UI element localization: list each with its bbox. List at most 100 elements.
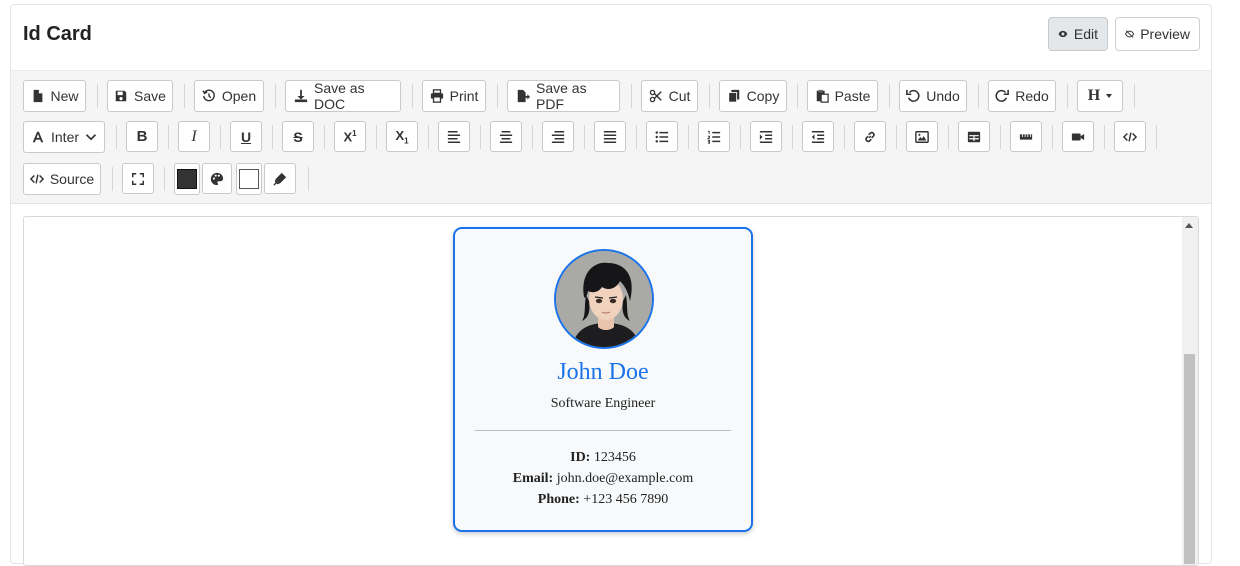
avatar-image — [556, 251, 652, 347]
insert-video-button[interactable] — [1062, 121, 1094, 152]
save-as-pdf-button[interactable]: Save as PDF — [507, 80, 620, 112]
card-phone-line: Phone: +123 456 7890 — [455, 492, 751, 508]
align-center-button[interactable] — [490, 121, 522, 152]
new-button[interactable]: New — [23, 80, 86, 112]
print-button[interactable]: Print — [422, 80, 486, 112]
toolbar-separator — [1052, 125, 1053, 149]
font-family-dropdown[interactable]: Inter — [23, 121, 105, 153]
editor-content-area[interactable]: John Doe Software Engineer ID: 123456 Em… — [23, 216, 1199, 566]
color-palette-button[interactable] — [202, 163, 232, 194]
preview-button[interactable]: Preview — [1115, 17, 1200, 51]
edit-label: Edit — [1073, 26, 1098, 42]
outdent-button[interactable] — [802, 121, 834, 152]
floppy-icon — [115, 90, 127, 102]
italic-icon: I — [191, 127, 197, 145]
align-left-icon — [447, 130, 461, 143]
undo-icon — [906, 89, 920, 102]
toolbar-separator — [308, 167, 309, 191]
align-justify-button[interactable] — [594, 121, 626, 152]
save-as-doc-label: Save as DOC — [314, 80, 365, 112]
card-name: John Doe — [557, 359, 649, 385]
avatar — [554, 249, 654, 349]
paste-icon — [816, 89, 829, 103]
text-color-swatch — [177, 169, 197, 189]
fullscreen-button[interactable] — [122, 163, 154, 194]
link-icon — [865, 131, 875, 142]
numbered-list-button[interactable] — [698, 121, 730, 152]
scrollbar-thumb[interactable] — [1184, 354, 1195, 564]
open-button[interactable]: Open — [194, 80, 264, 112]
paste-button[interactable]: Paste — [807, 80, 878, 112]
toolbar-separator — [709, 84, 710, 108]
underline-button[interactable]: U — [230, 121, 262, 152]
toolbar-separator — [740, 125, 741, 149]
highlighter-button[interactable] — [264, 163, 296, 194]
redo-button[interactable]: Redo — [988, 80, 1056, 112]
toolbar-separator — [792, 125, 793, 149]
save-label: Save — [134, 88, 166, 104]
edit-button[interactable]: Edit — [1048, 17, 1108, 51]
horizontal-rule-button[interactable] — [1010, 121, 1042, 152]
undo-button[interactable]: Undo — [899, 80, 967, 112]
video-icon — [1071, 133, 1085, 140]
align-right-button[interactable] — [542, 121, 574, 152]
page-title: Id Card — [23, 23, 92, 45]
indent-icon — [759, 130, 773, 143]
source-label: Source — [49, 171, 95, 187]
expand-icon — [132, 172, 144, 185]
email-value: john.doe@example.com — [556, 471, 694, 486]
toolbar-separator — [631, 84, 632, 108]
print-label: Print — [449, 88, 479, 104]
file-export-icon — [517, 89, 530, 103]
insert-image-button[interactable] — [906, 121, 938, 152]
background-color-picker[interactable] — [236, 163, 262, 195]
preview-label: Preview — [1140, 26, 1190, 42]
cut-label: Cut — [668, 88, 691, 104]
save-button[interactable]: Save — [107, 80, 173, 112]
insert-link-button[interactable] — [854, 121, 886, 152]
editor-scrollbar[interactable] — [1182, 217, 1198, 565]
list-ol-icon — [707, 130, 721, 144]
history-icon — [202, 89, 215, 102]
source-button[interactable]: Source — [23, 163, 101, 195]
toolbar-separator — [497, 84, 498, 108]
card-email-line: Email: john.doe@example.com — [455, 471, 751, 487]
cut-button[interactable]: Cut — [641, 80, 698, 112]
phone-value: +123 456 7890 — [583, 492, 669, 507]
insert-table-button[interactable] — [958, 121, 990, 152]
strikethrough-icon: S — [293, 128, 303, 145]
new-label: New — [50, 88, 79, 104]
list-ul-icon — [655, 130, 669, 143]
insert-code-button[interactable] — [1114, 121, 1146, 152]
app-header: Id Card Edit Preview — [11, 5, 1211, 71]
superscript-icon: X1 — [343, 128, 357, 145]
save-as-doc-button[interactable]: Save as DOC — [285, 80, 401, 112]
copy-icon — [727, 89, 739, 103]
ruler-icon — [1019, 133, 1033, 140]
subscript-button[interactable]: X1 — [386, 121, 418, 152]
open-label: Open — [221, 88, 257, 104]
bullet-list-button[interactable] — [646, 121, 678, 152]
email-label: Email: — [512, 471, 554, 486]
align-left-button[interactable] — [438, 121, 470, 152]
copy-button[interactable]: Copy — [719, 80, 787, 112]
indent-button[interactable] — [750, 121, 782, 152]
align-right-icon — [551, 130, 565, 143]
copy-label: Copy — [746, 88, 780, 104]
toolbar-separator — [797, 84, 798, 108]
formatting-toolbar: New Save Open Save as DOC Print Save as … — [11, 71, 1211, 204]
strikethrough-button[interactable]: S — [282, 121, 314, 152]
code-icon — [29, 174, 44, 184]
redo-label: Redo — [1015, 88, 1049, 104]
text-color-picker[interactable] — [174, 163, 200, 195]
eye-icon — [1058, 30, 1068, 38]
scroll-up-arrow-icon[interactable] — [1185, 223, 1193, 228]
heading-dropdown[interactable]: H — [1077, 80, 1123, 112]
outdent-icon — [811, 130, 825, 143]
italic-button[interactable]: I — [178, 121, 210, 152]
bold-button[interactable]: B — [126, 121, 158, 152]
caret-down-icon — [1106, 94, 1113, 98]
underline-icon: U — [240, 128, 252, 145]
superscript-button[interactable]: X1 — [334, 121, 366, 152]
table-icon — [967, 131, 981, 142]
